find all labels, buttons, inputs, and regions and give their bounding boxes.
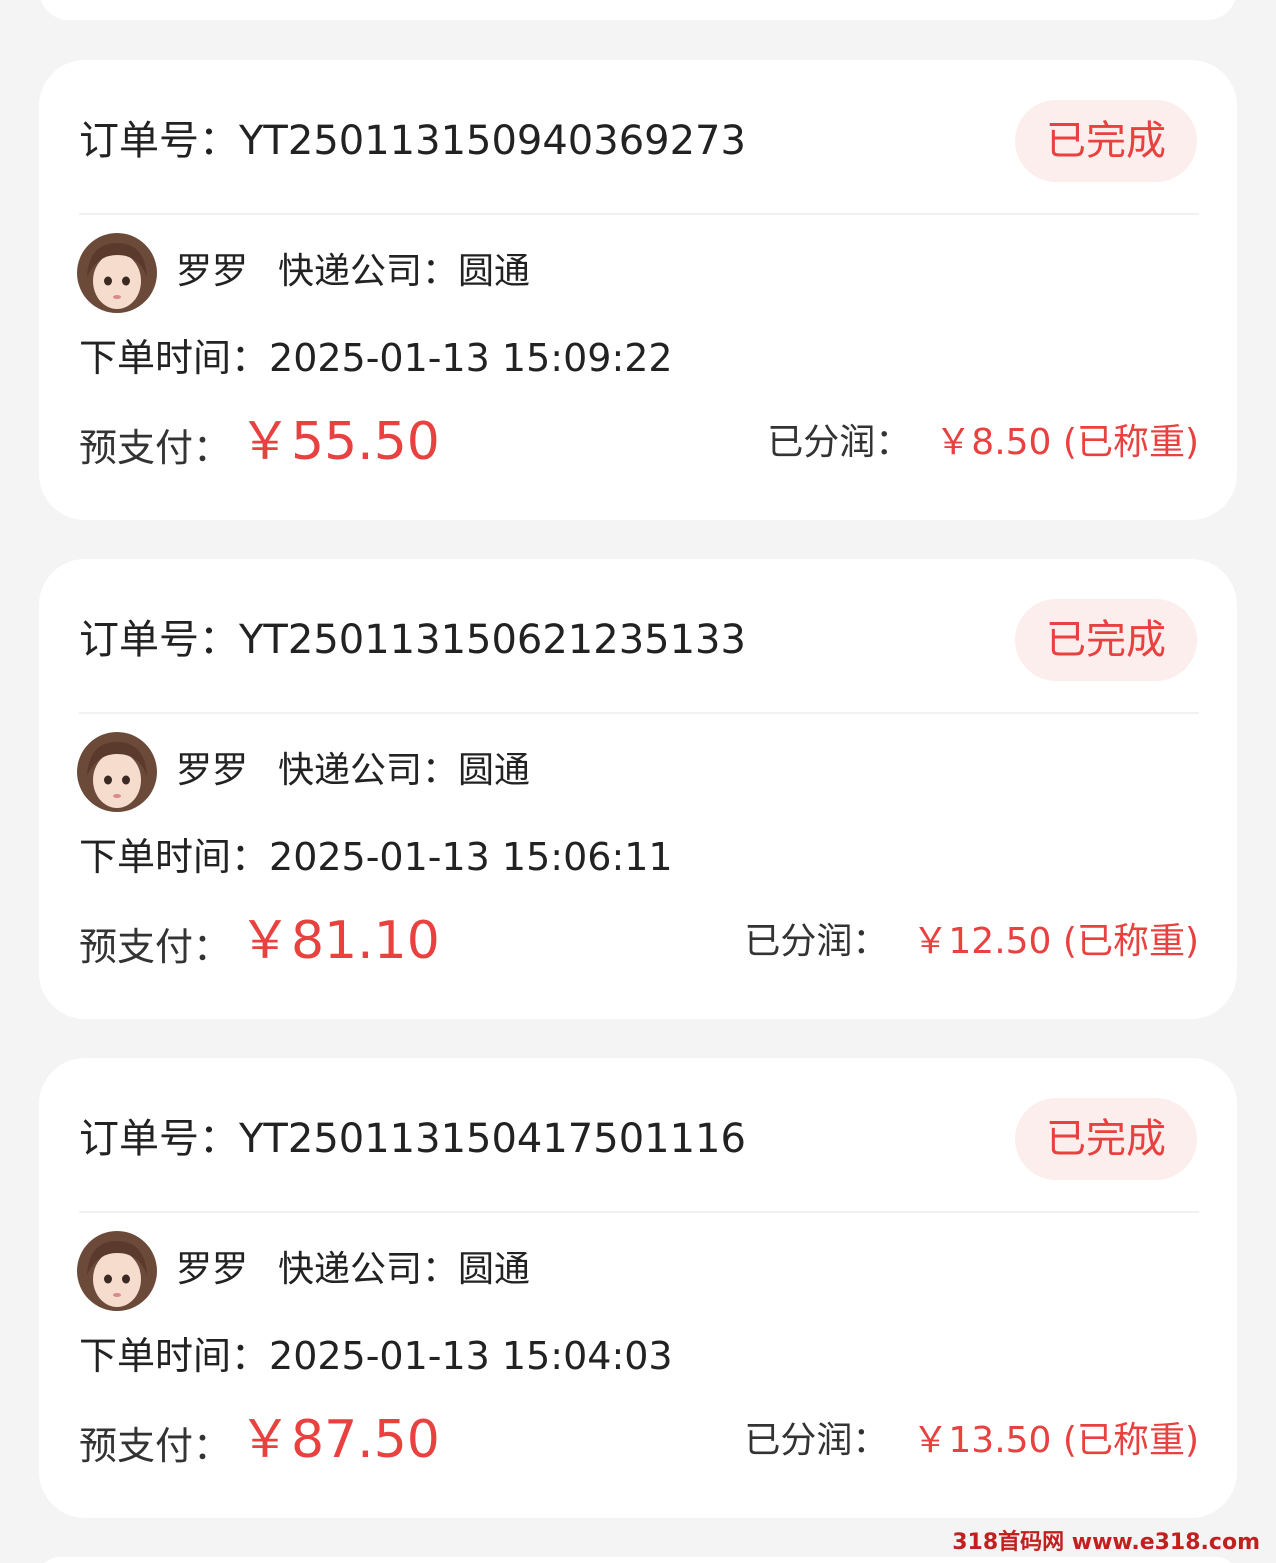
courier-label: 快递公司： xyxy=(278,251,459,292)
profit-label: 已分润： xyxy=(744,921,889,962)
profit-value: ￥12.50 (已称重) xyxy=(912,921,1199,962)
order-card[interactable]: 订单号：YT250113150940369273 已完成 罗罗 快递公司：圆通 下… xyxy=(39,60,1237,520)
divider xyxy=(79,1211,1199,1213)
prepay-amount: ￥81.10 xyxy=(239,911,440,971)
order-card-partial-bottom[interactable] xyxy=(39,1557,1237,1563)
order-time-label: 下单时间： xyxy=(79,835,270,879)
order-time-row: 下单时间：2025-01-13 15:06:11 xyxy=(79,834,673,880)
order-number-label: 订单号： xyxy=(79,118,239,164)
profit-label: 已分润： xyxy=(744,1420,889,1461)
status-badge: 已完成 xyxy=(1015,599,1197,681)
order-card-partial-top[interactable] xyxy=(39,0,1237,20)
user-name: 罗罗 xyxy=(176,251,249,292)
avatar[interactable] xyxy=(77,233,157,313)
profit-value: ￥13.50 (已称重) xyxy=(912,1420,1199,1461)
order-number-row: 订单号：YT250113150417501116 xyxy=(79,1116,746,1162)
prepay-label: 预支付： xyxy=(79,925,232,969)
order-number-row: 订单号：YT250113150621235133 xyxy=(79,617,746,663)
user-courier-row: 罗罗 快递公司：圆通 xyxy=(176,250,530,294)
order-number-label: 订单号： xyxy=(79,617,239,663)
avatar-image xyxy=(77,732,157,812)
order-time-label: 下单时间： xyxy=(79,1334,270,1378)
profit-label: 已分润： xyxy=(767,422,912,463)
order-time-value: 2025-01-13 15:06:11 xyxy=(269,835,673,879)
courier-label: 快递公司： xyxy=(278,750,459,791)
order-number-value: YT250113150417501116 xyxy=(239,1116,746,1162)
avatar-image xyxy=(77,233,157,313)
divider xyxy=(79,712,1199,714)
profit-row: 已分润： ￥13.50 (已称重) xyxy=(744,1418,1199,1464)
order-time-row: 下单时间：2025-01-13 15:04:03 xyxy=(79,1333,673,1379)
profit-row: 已分润： ￥8.50 (已称重) xyxy=(767,420,1199,466)
courier-value: 圆通 xyxy=(458,1249,531,1290)
order-number-value: YT250113150621235133 xyxy=(239,617,746,663)
profit-value: ￥8.50 (已称重) xyxy=(935,422,1199,463)
prepay-label: 预支付： xyxy=(79,1424,232,1468)
order-list-page: 订单号：YT250113150940369273 已完成 罗罗 快递公司：圆通 下… xyxy=(0,0,1276,1563)
user-name: 罗罗 xyxy=(176,750,249,791)
avatar[interactable] xyxy=(77,1231,157,1311)
order-card[interactable]: 订单号：YT250113150417501116 已完成 罗罗 快递公司：圆通 下… xyxy=(39,1058,1237,1518)
status-badge: 已完成 xyxy=(1015,100,1197,182)
courier-label: 快递公司： xyxy=(278,1249,459,1290)
divider xyxy=(79,213,1199,215)
order-time-value: 2025-01-13 15:04:03 xyxy=(269,1334,673,1378)
avatar[interactable] xyxy=(77,732,157,812)
prepay-amount: ￥87.50 xyxy=(239,1410,440,1470)
courier-value: 圆通 xyxy=(458,251,531,292)
order-number-row: 订单号：YT250113150940369273 xyxy=(79,118,746,164)
order-card[interactable]: 订单号：YT250113150621235133 已完成 罗罗 快递公司：圆通 下… xyxy=(39,559,1237,1019)
status-badge: 已完成 xyxy=(1015,1098,1197,1180)
user-courier-row: 罗罗 快递公司：圆通 xyxy=(176,749,530,793)
prepay-amount: ￥55.50 xyxy=(239,412,440,472)
user-name: 罗罗 xyxy=(176,1249,249,1290)
watermark: 318首码网 www.e318.com xyxy=(952,1530,1260,1555)
order-time-row: 下单时间：2025-01-13 15:09:22 xyxy=(79,335,673,381)
order-time-label: 下单时间： xyxy=(79,336,270,380)
user-courier-row: 罗罗 快递公司：圆通 xyxy=(176,1248,530,1292)
order-number-label: 订单号： xyxy=(79,1116,239,1162)
avatar-image xyxy=(77,1231,157,1311)
courier-value: 圆通 xyxy=(458,750,531,791)
prepay-label: 预支付： xyxy=(79,426,232,470)
order-number-value: YT250113150940369273 xyxy=(239,118,746,164)
order-time-value: 2025-01-13 15:09:22 xyxy=(269,336,673,380)
profit-row: 已分润： ￥12.50 (已称重) xyxy=(744,919,1199,965)
